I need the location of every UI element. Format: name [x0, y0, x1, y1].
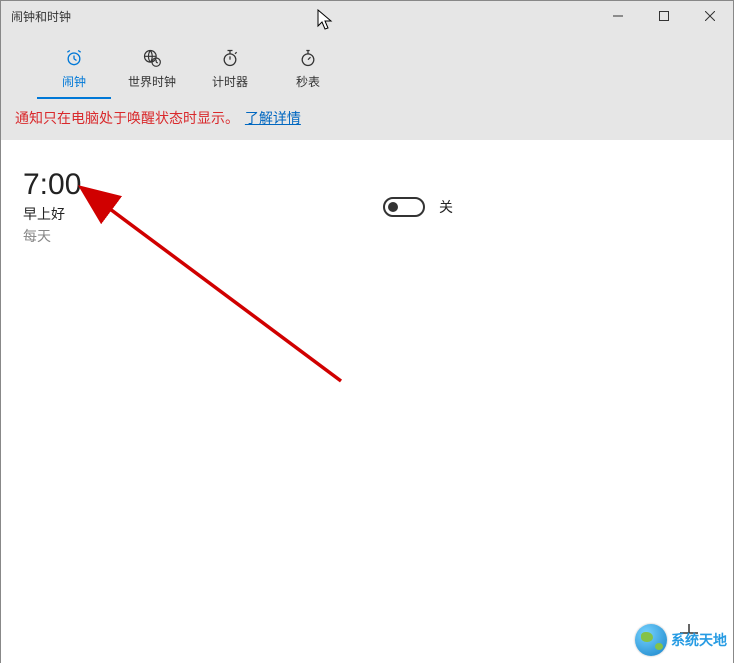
maximize-button[interactable] — [641, 1, 687, 31]
alarm-repeat: 每天 — [23, 226, 383, 246]
content-area: 7:00 早上好 每天 关 下载吧 — [1, 140, 733, 669]
alarm-icon — [64, 47, 84, 69]
watermark-text: 系统天地 — [671, 630, 727, 650]
titlebar: 闹钟和时钟 — [1, 1, 733, 31]
top-area: 闹钟 世界时钟 — [1, 31, 733, 140]
tab-bar: 闹钟 世界时钟 — [1, 41, 733, 98]
alarm-info: 7:00 早上好 每天 — [23, 168, 383, 246]
tab-world-clock[interactable]: 世界时钟 — [113, 41, 191, 98]
globe-clock-icon — [142, 47, 162, 69]
alarm-toggle[interactable] — [383, 197, 425, 217]
tab-stopwatch[interactable]: 秒表 — [269, 41, 347, 98]
alarm-item[interactable]: 7:00 早上好 每天 关 — [23, 168, 711, 246]
toggle-knob — [388, 202, 398, 212]
tab-alarm[interactable]: 闹钟 — [35, 41, 113, 98]
notice-bar: 通知只在电脑处于唤醒状态时显示。 了解详情 — [1, 98, 733, 140]
window-title: 闹钟和时钟 — [11, 8, 71, 25]
minimize-button[interactable] — [595, 1, 641, 31]
watermark: 系统天地 — [635, 624, 727, 656]
watermark-globe-icon — [635, 624, 667, 656]
timer-icon — [220, 47, 240, 69]
alarm-time: 7:00 — [23, 168, 383, 202]
tab-timer-label: 计时器 — [212, 73, 248, 90]
stopwatch-icon — [298, 47, 318, 69]
close-button[interactable] — [687, 1, 733, 31]
notice-text: 通知只在电脑处于唤醒状态时显示。 — [15, 110, 239, 126]
tab-alarm-label: 闹钟 — [62, 73, 86, 90]
window-controls — [595, 1, 733, 31]
alarm-toggle-group: 关 — [383, 197, 453, 217]
notice-link[interactable]: 了解详情 — [245, 110, 301, 126]
tab-timer[interactable]: 计时器 — [191, 41, 269, 98]
tab-world-clock-label: 世界时钟 — [128, 73, 176, 90]
tab-stopwatch-label: 秒表 — [296, 73, 320, 90]
alarm-name: 早上好 — [23, 204, 383, 224]
alarm-toggle-label: 关 — [439, 197, 453, 217]
